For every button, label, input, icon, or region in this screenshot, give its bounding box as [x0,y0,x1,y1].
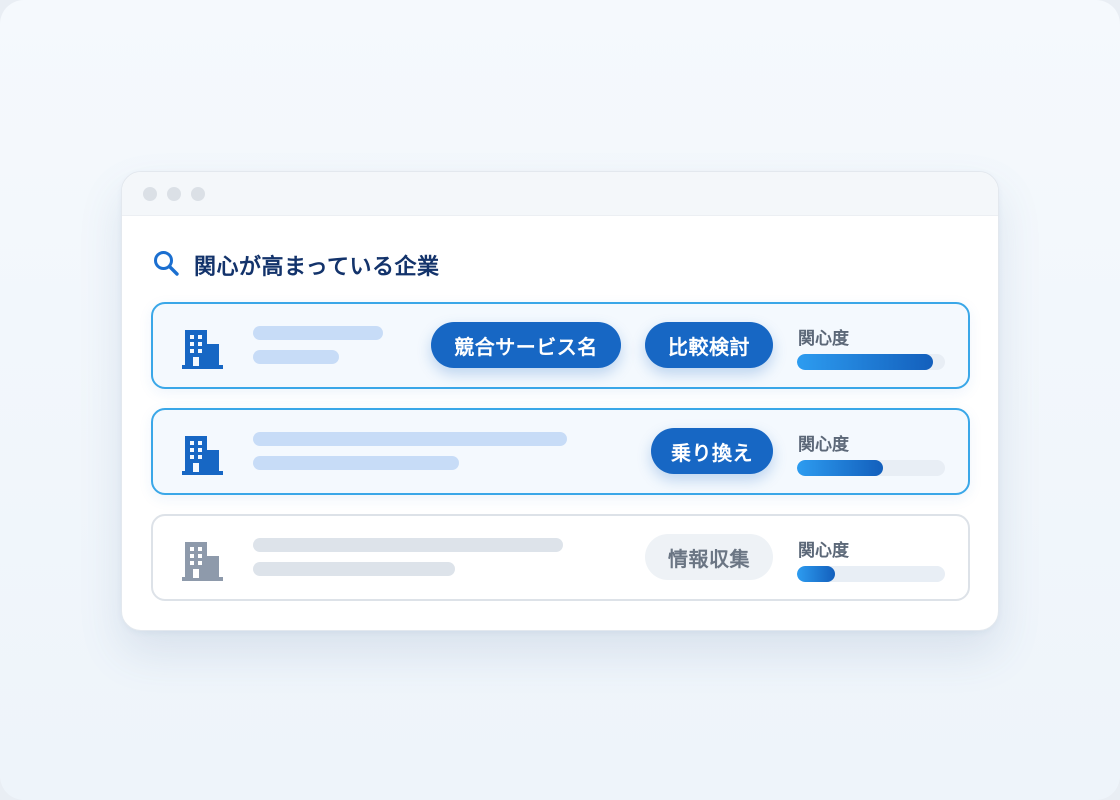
interest-bar [797,460,945,476]
interest-label: 関心度 [798,329,849,349]
window-maximize-dot[interactable] [191,186,205,201]
company-detail-placeholder [253,456,459,470]
interest-bar-fill [797,354,934,370]
company-name-placeholder [253,326,383,340]
interest-label: 関心度 [798,435,849,455]
company-row[interactable]: 競合サービス名 比較検討 関心度 [151,302,970,389]
app-window: 関心が高まっている企業 競合サービス名 比較検討 関心度 乗り換え 関心度 情報… [121,171,999,631]
section-heading: 関心が高まっている企業 [152,250,440,280]
page-title: 関心が高まっている企業 [194,255,440,280]
interest-bar-fill [797,566,836,582]
company-row[interactable]: 情報収集 関心度 [151,514,970,601]
company-name-placeholder [253,538,563,552]
background: 関心が高まっている企業 競合サービス名 比較検討 関心度 乗り換え 関心度 情報… [0,0,1120,800]
building-icon [181,434,225,476]
company-detail-placeholder [253,562,455,576]
tag-pill[interactable]: 乗り換え [651,428,773,474]
window-titlebar [122,172,998,216]
window-close-dot[interactable] [143,186,157,201]
window-minimize-dot[interactable] [167,186,181,201]
interest-bar [797,354,945,370]
tag-pill[interactable]: 競合サービス名 [431,322,621,368]
company-detail-placeholder [253,350,339,364]
building-icon [181,540,225,582]
tag-pill[interactable]: 比較検討 [645,322,773,368]
interest-bar [797,566,945,582]
building-icon [181,328,225,370]
search-icon[interactable] [152,249,180,281]
interest-label: 関心度 [798,541,849,561]
tag-pill[interactable]: 情報収集 [645,534,773,580]
company-name-placeholder [253,432,567,446]
company-row[interactable]: 乗り換え 関心度 [151,408,970,495]
interest-bar-fill [797,460,883,476]
